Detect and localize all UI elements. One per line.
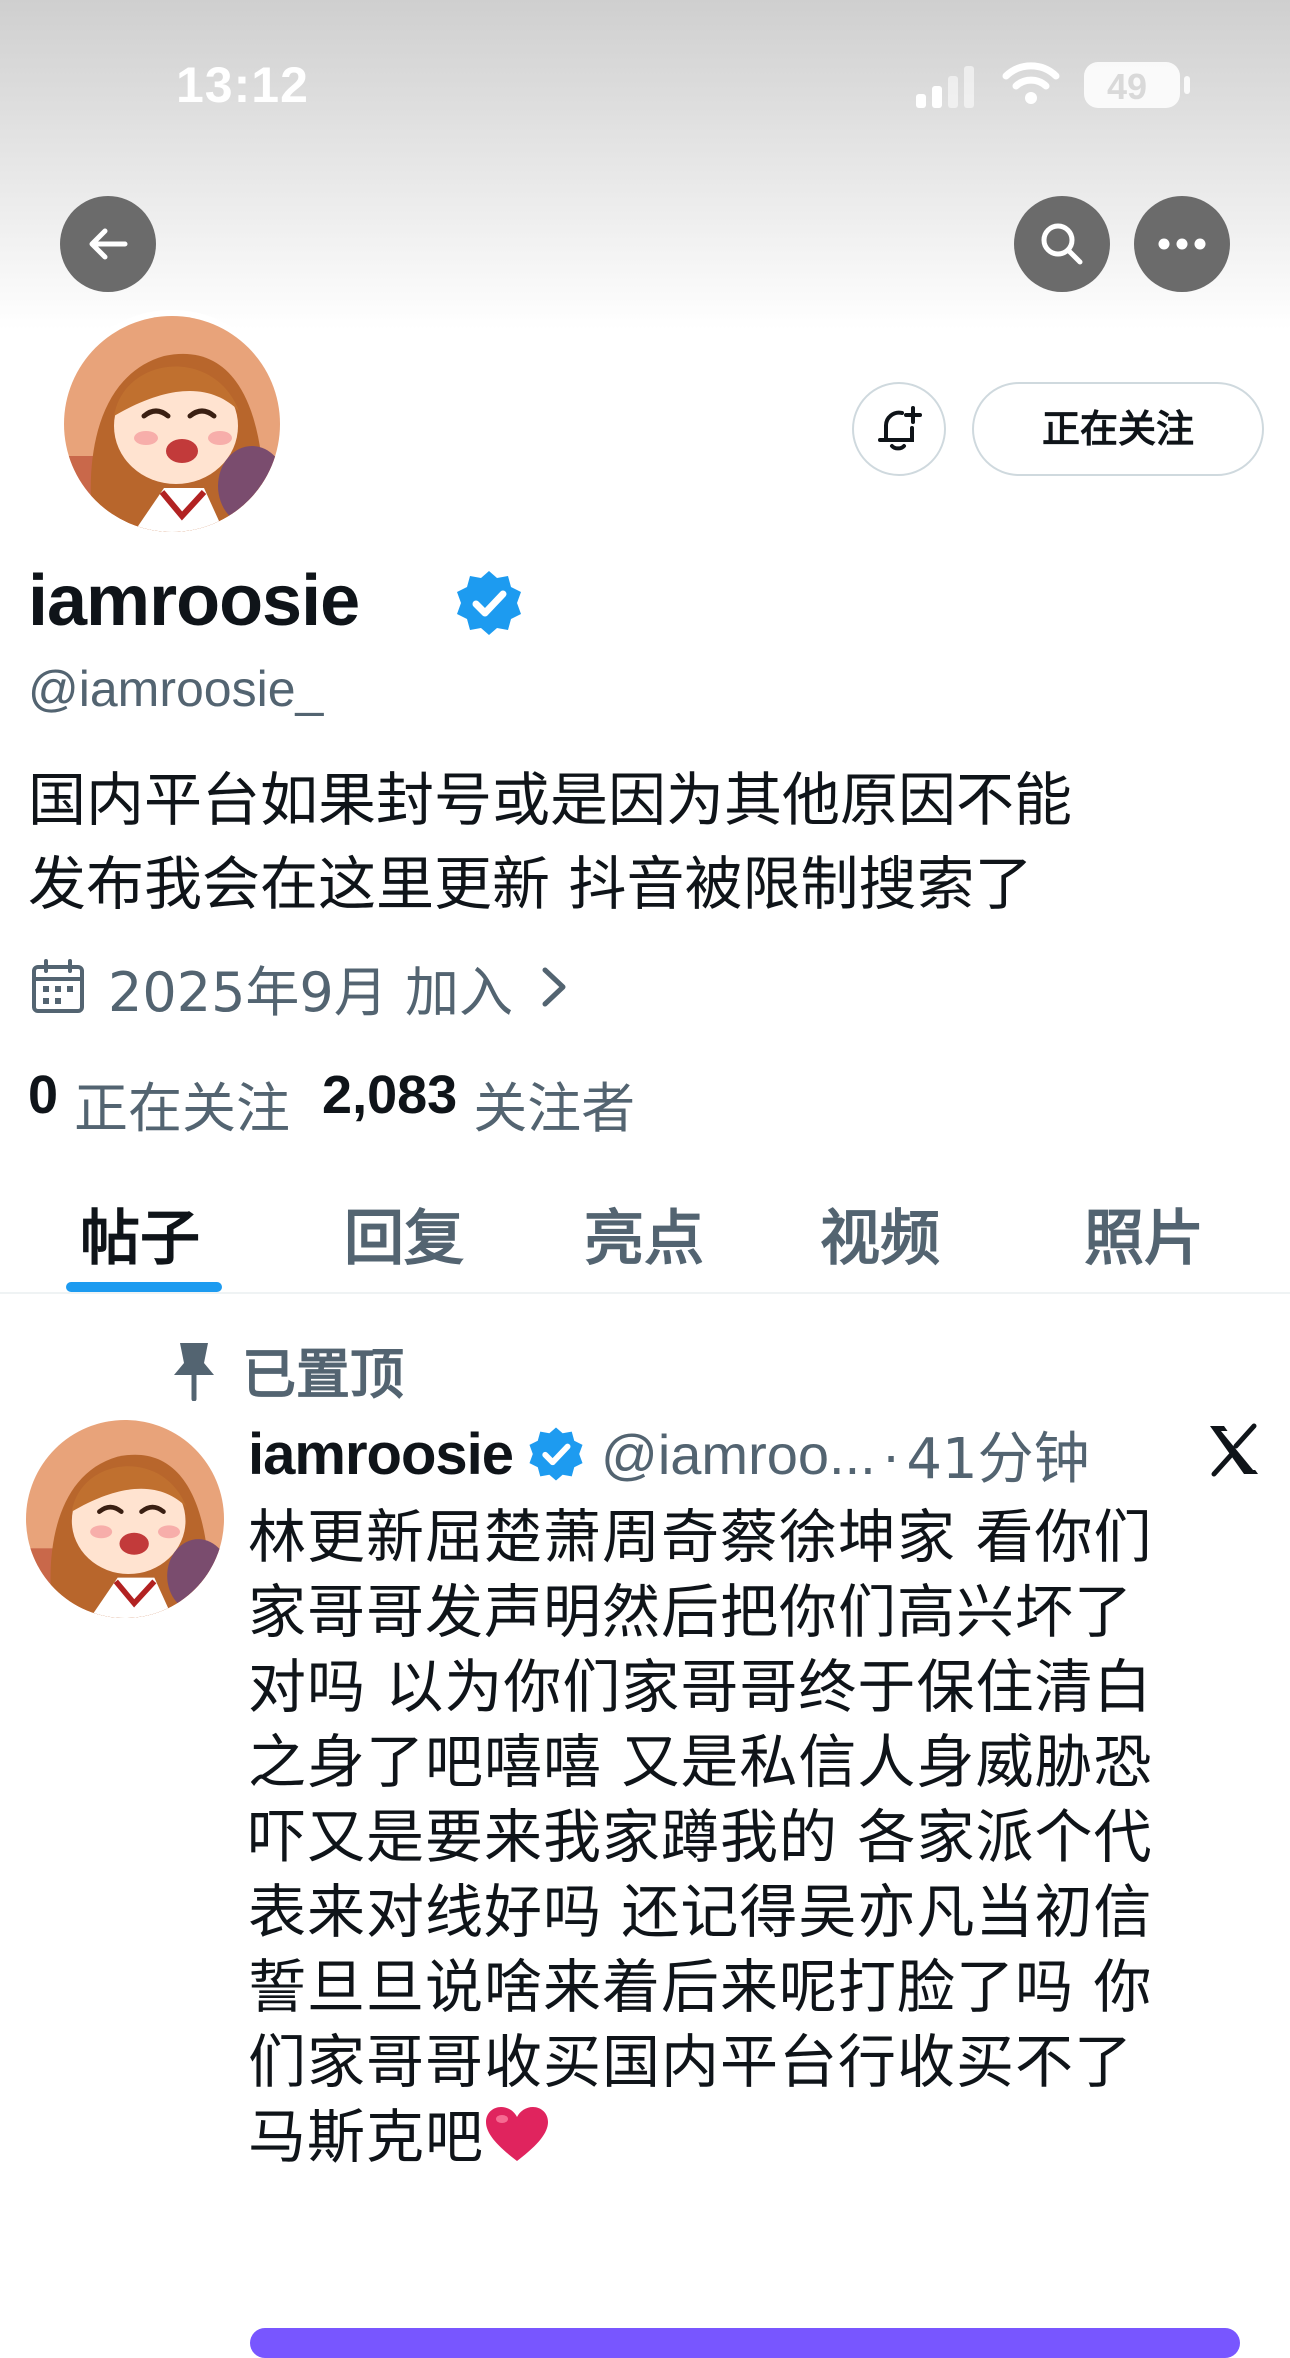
status-bar: 13:12 49 (0, 0, 1290, 140)
joined-date: 2025年9月 加入 (108, 960, 513, 1024)
tab-videos[interactable]: 视频 (820, 1190, 940, 1277)
more-horizontal-icon (1158, 238, 1206, 250)
profile-bio: 国内平台如果封号或是因为其他原因不能 发布我会在这里更新 抖音被限制搜索了 (28, 758, 1268, 926)
bio-line: 发布我会在这里更新 抖音被限制搜索了 (28, 850, 1033, 918)
status-time: 13:12 (176, 57, 309, 113)
x-logo-icon (1210, 1423, 1260, 1477)
tab-photos[interactable]: 照片 (1084, 1190, 1204, 1277)
pinned-indicator: 已置顶 (166, 1330, 404, 1409)
wifi-icon (1002, 62, 1060, 104)
red-heart-icon (486, 2107, 549, 2161)
post-text-line: 家哥哥发声明然后把你们高兴坏了 (248, 1578, 1134, 1646)
post-header: iamroosie @iamroo... · 41分钟 (248, 1418, 1090, 1492)
pinned-label: 已置顶 (242, 1343, 404, 1406)
post-text-line-last: 马斯克吧 (248, 2100, 1268, 2175)
anime-avatar-icon (64, 316, 280, 532)
follow-stats: 0 正在关注 2,083 关注者 (28, 1064, 635, 1143)
joined-date-row[interactable]: 2025年9月 加入 (28, 952, 571, 1024)
profile-avatar[interactable] (58, 310, 286, 538)
post-author-handle[interactable]: @iamroo... (601, 1422, 876, 1487)
battery-nub (1184, 76, 1190, 94)
post-timestamp[interactable]: 41分钟 (906, 1414, 1089, 1495)
profile-display-name: iamroosie (28, 561, 360, 641)
post-text-line: 誓旦旦说啥来着后来呢打脸了吗 你 (248, 1953, 1153, 2021)
back-button[interactable] (60, 196, 156, 292)
pin-icon (174, 1342, 214, 1401)
bio-line: 国内平台如果封号或是因为其他原因不能 (28, 766, 1073, 834)
bell-plus-icon (878, 406, 922, 451)
tab-posts[interactable]: 帖子 (80, 1190, 200, 1277)
calendar-icon (32, 959, 84, 1013)
tab-replies[interactable]: 回复 (344, 1190, 464, 1277)
chevron-right-icon (542, 967, 566, 1007)
followers-label[interactable]: 关注者 (473, 1064, 635, 1143)
active-tab-indicator (66, 1282, 222, 1292)
post-author-name[interactable]: iamroosie (248, 1421, 514, 1488)
post-text-line: 之身了吧嘻嘻 又是私信人身威胁恐 (248, 1728, 1153, 1796)
search-icon (1041, 223, 1083, 265)
search-button[interactable] (1014, 196, 1110, 292)
profile-tabs: 帖子 回复 亮点 视频 照片 (0, 1170, 1290, 1294)
post-separator: · (881, 1422, 901, 1486)
post-text-line: 们家哥哥收买国内平台行收买不了 (248, 2028, 1134, 2096)
arrow-left-icon (89, 228, 128, 260)
post-text-line: 表来对线好吗 还记得吴亦凡当初信 (248, 1878, 1153, 1946)
post-author-avatar[interactable] (26, 1420, 224, 1618)
battery-indicator: 49 (1084, 62, 1180, 108)
bottom-action-bar[interactable] (250, 2328, 1240, 2358)
profile-handle: @iamroosie_ (28, 661, 324, 717)
battery-level: 49 (1106, 66, 1148, 107)
more-options-button[interactable] (1134, 196, 1230, 292)
tab-highlights[interactable]: 亮点 (584, 1190, 704, 1277)
following-button[interactable]: 正在关注 (972, 382, 1264, 476)
post-text-line: 马斯克吧 (248, 2103, 485, 2171)
notifications-button[interactable] (852, 382, 946, 476)
post-body: 林更新屈楚萧周奇蔡徐坤家 看你们 家哥哥发声明然后把你们高兴坏了 对吗 以为你们… (248, 1500, 1268, 2175)
following-count[interactable]: 0 (28, 1064, 58, 1143)
verified-badge-icon (529, 1427, 583, 1481)
followers-count[interactable]: 2,083 (322, 1064, 457, 1143)
anime-avatar-icon (26, 1420, 224, 1618)
verified-badge-icon[interactable] (454, 568, 524, 638)
following-label[interactable]: 正在关注 (74, 1064, 290, 1143)
post-text-line: 吓又是要来我家蹲我的 各家派个代 (248, 1803, 1153, 1871)
cellular-signal-icon (916, 66, 974, 108)
post-text-line: 对吗 以为你们家哥哥终于保住清白 (248, 1653, 1153, 1721)
post-text-line: 林更新屈楚萧周奇蔡徐坤家 看你们 (248, 1503, 1153, 1571)
